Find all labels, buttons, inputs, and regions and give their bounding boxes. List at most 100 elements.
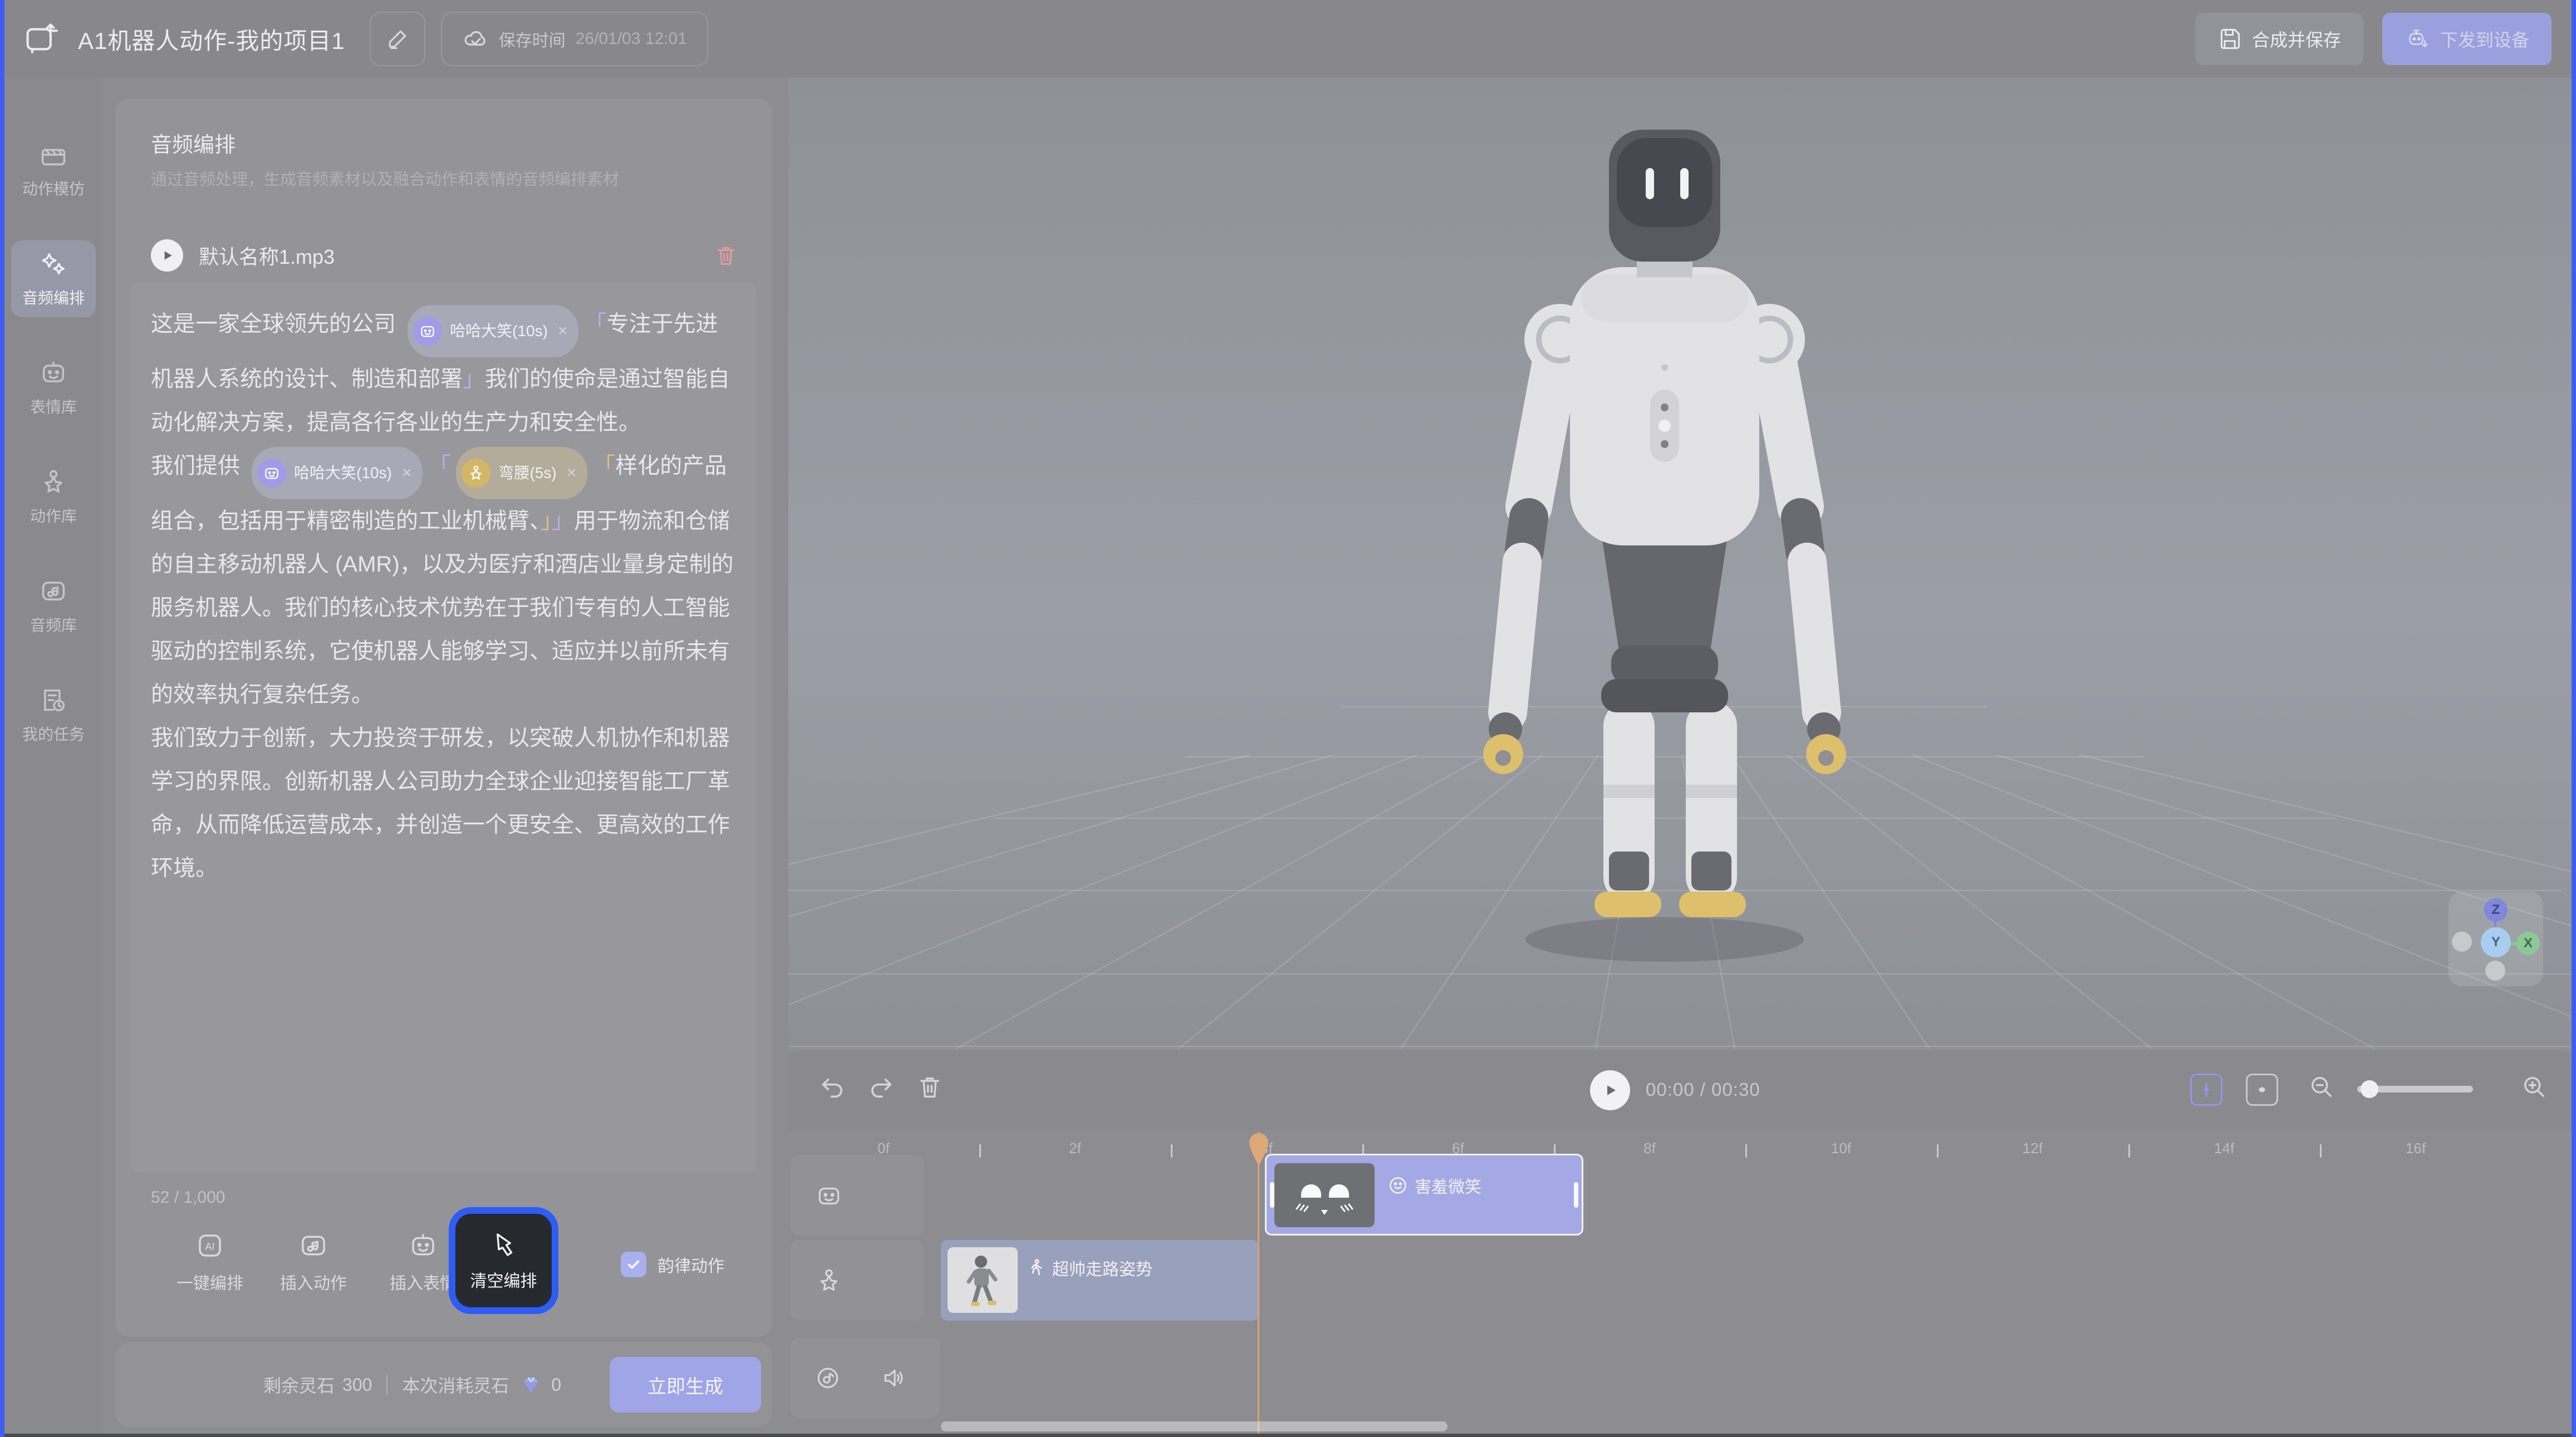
ruler-frame-label: 2f [1069,1140,1081,1157]
generate-now-label: 立即生成 [647,1376,723,1397]
neg-z-axis-handle[interactable] [2485,961,2505,981]
sidebar-item-action-library[interactable]: 动作库 [11,459,96,535]
neg-x-axis-handle[interactable] [2452,932,2472,952]
x-axis-label: X [2524,936,2533,951]
footer-divider [386,1375,387,1395]
viewport-3d[interactable] [788,78,2572,1049]
audio-track-header [791,1337,940,1418]
expression-clip-label: 害羞微笑 [1415,1173,1481,1198]
synthesize-save-label: 合成并保存 [2252,26,2341,52]
one-click-arrange-button[interactable]: AI 一键编排 [176,1231,243,1294]
playhead-pin[interactable] [1249,1133,1268,1165]
app-window: A1机器人动作-我的项目1 保存时间 26/01/03 12:01 [0,0,2576,1437]
sidebar-item-my-tasks[interactable]: 我的任务 [11,677,96,754]
playhead-line[interactable] [1258,1132,1259,1434]
clip-right-handle[interactable] [1574,1182,1578,1208]
expression-tag[interactable]: 哈哈大笑(10s)× [408,305,578,357]
remaining-stones-value: 300 [342,1375,372,1395]
panel-subtitle: 通过音频处理，生成音频素材以及融合动作和表情的音频编排素材 [151,166,741,190]
timeline-ruler[interactable]: 0f2f4f6f8f10f12f14f16f [788,1130,2572,1172]
timeline-scrollbar[interactable] [941,1421,1448,1431]
rhythm-motion-toggle[interactable]: 韵律动作 [621,1252,724,1277]
insert-action-button[interactable]: 插入动作 [280,1231,347,1294]
walking-person-icon [1027,1258,1046,1277]
segment-bracket: 」 [552,509,574,533]
remaining-stones-label: 剩余灵石 [263,1372,335,1397]
snap-toggle-button[interactable] [2190,1074,2222,1106]
script-editor[interactable]: 这是一家全球领先的公司 哈哈大笑(10s)×「专注于先进机器人系统的设计、制造和… [131,282,757,1173]
z-axis-handle[interactable]: Z [2484,898,2508,922]
screen-edge-bottom [4,1434,2572,1437]
sidebar-item-motion-mimic[interactable]: 动作模仿 [11,131,96,208]
task-list-icon [39,686,68,715]
ai-icon: AI [195,1231,225,1261]
expression-tag-icon [413,317,442,346]
screen-edge-right [2572,0,2576,1437]
tag-label: 哈哈大笑(10s) [294,451,392,495]
sidebar: 动作模仿 音频编排 表情库 [4,78,102,1437]
generate-now-button[interactable]: 立即生成 [610,1357,761,1413]
play-button[interactable] [1590,1070,1630,1110]
screen-edge-left [0,0,4,1437]
sidebar-item-expression-library[interactable]: 表情库 [11,350,96,426]
ruler-tick [979,1144,981,1158]
segment-bracket: 「 [428,454,450,478]
sidebar-item-label: 我的任务 [22,722,85,745]
save-time-pill: 保存时间 26/01/03 12:01 [441,12,708,66]
fit-timeline-button[interactable] [2246,1074,2278,1106]
rename-button[interactable] [370,12,425,66]
expression-tag[interactable]: 哈哈大笑(10s)× [252,447,423,499]
delete-audio-button[interactable] [713,243,739,268]
generate-footer: 剩余灵石 300 本次消耗灵石 0 立即生成 [115,1342,772,1427]
robot-face-icon [815,1182,843,1209]
sidebar-item-audio-arrange[interactable]: 音频编排 [11,240,96,317]
editor-text: 这是一家全球领先的公司 哈哈大笑(10s)×「专注于先进机器人系统的设计、制造和… [151,302,737,890]
zoom-out-button[interactable] [2307,1072,2336,1101]
speaker-icon[interactable] [880,1364,907,1392]
action-tag[interactable]: 弯腰(5s)× [456,447,587,499]
undo-button[interactable] [818,1072,847,1101]
y-axis-handle[interactable]: Y [2481,927,2511,957]
action-clip-thumbnail [948,1247,1018,1313]
cost-stones-value: 0 [551,1375,561,1395]
clip-left-handle[interactable] [1270,1182,1274,1208]
zoom-slider[interactable] [2357,1086,2473,1092]
clear-arrange-button[interactable]: 清空编排 [449,1207,558,1314]
action-clip[interactable]: 超帅走路姿势 [941,1240,1259,1321]
sidebar-item-label: 动作模仿 [22,177,85,199]
segment-bracket: 「 [584,312,606,336]
deploy-to-device-button[interactable]: 下发到设备 [2382,13,2552,65]
audio-file-name: 默认名称1.mp3 [199,241,713,270]
person-star-icon [39,467,68,496]
action-clip-label: 超帅走路姿势 [1052,1256,1152,1280]
smiley-icon [1388,1175,1408,1195]
z-axis-label: Z [2492,902,2500,918]
expression-clip[interactable]: 害羞微笑 [1265,1154,1583,1236]
trash-icon [713,243,739,268]
tag-remove-button[interactable]: × [558,309,568,353]
zoom-in-button[interactable] [2520,1072,2549,1101]
audio-play-button[interactable] [151,239,183,272]
cost-stones-label: 本次消耗灵石 [402,1372,509,1397]
redo-button[interactable] [866,1072,895,1101]
sparkles-icon [39,249,68,278]
sidebar-item-label: 音频编排 [22,286,85,308]
zoom-slider-knob[interactable] [2361,1080,2378,1098]
tag-remove-button[interactable]: × [567,451,577,495]
ruler-frame-label: 12f [2023,1140,2043,1157]
delete-clip-button[interactable] [915,1072,944,1101]
synthesize-save-button[interactable]: 合成并保存 [2195,13,2363,65]
audio-file-row: 默认名称1.mp3 [151,235,739,275]
tag-remove-button[interactable]: × [402,451,412,495]
music-card-icon [298,1231,328,1261]
ruler-frame-label: 10f [1831,1140,1851,1157]
action-tag-icon [462,459,490,488]
sidebar-item-audio-library[interactable]: 音频库 [11,568,96,644]
x-axis-handle[interactable]: X [2516,932,2540,955]
rhythm-motion-label: 韵律动作 [658,1252,724,1277]
editor-text-run: 这是一家全球领先的公司 [151,312,402,336]
insert-expression-button[interactable]: 插入表情 [390,1231,457,1294]
segment-bracket: 」 [541,509,552,533]
deploy-to-device-label: 下发到设备 [2440,26,2529,52]
music-disc-icon[interactable] [814,1364,842,1392]
